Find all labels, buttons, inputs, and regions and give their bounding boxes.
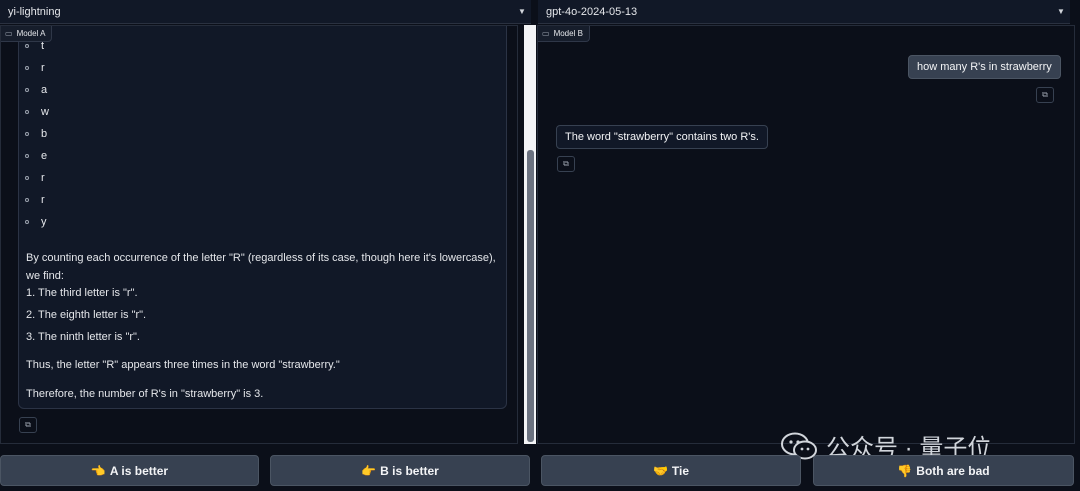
letter-text: r: [41, 194, 45, 206]
bullet-icon: [25, 44, 29, 48]
letter-text: e: [41, 150, 48, 162]
both-are-bad-button[interactable]: 👎 Both are bad: [813, 455, 1074, 486]
bullet-icon: [25, 198, 29, 202]
copy-button[interactable]: ⧉: [557, 156, 575, 172]
response-paragraph: 3. The ninth letter is "r".: [26, 331, 140, 343]
letters-list: trawberry: [25, 35, 49, 233]
bot-message: The word "strawberry" contains two R's.: [556, 125, 768, 149]
letter-list-item: y: [25, 211, 49, 233]
letter-list-item: e: [25, 145, 49, 167]
bullet-icon: [25, 132, 29, 136]
b-is-better-label: B is better: [380, 463, 439, 478]
letter-text: y: [41, 216, 47, 228]
response-paragraph: By counting each occurrence of the lette…: [26, 252, 496, 282]
copy-button[interactable]: ⧉: [19, 417, 37, 433]
bullet-icon: [25, 154, 29, 158]
model-a-tag: ▭ Model A: [1, 26, 53, 42]
model-b-selector[interactable]: gpt-4o-2024-05-13 ▼: [538, 0, 1070, 24]
a-is-better-label: A is better: [109, 463, 169, 478]
copy-icon: ⧉: [25, 420, 31, 429]
bullet-icon: [25, 220, 29, 224]
letter-list-item: a: [25, 79, 49, 101]
bullet-icon: [25, 66, 29, 70]
thumbs-down-icon: 👎: [897, 463, 913, 478]
pointing-left-icon: 👈: [90, 463, 106, 478]
chat-icon: ▭: [542, 29, 550, 38]
response-paragraph: 2. The eighth letter is "r".: [26, 309, 147, 321]
chat-icon: ▭: [5, 29, 13, 38]
response-paragraph: Thus, the letter "R" appears three times…: [26, 359, 340, 371]
model-a-selector-value: yi-lightning: [8, 5, 61, 18]
letter-list-item: r: [25, 167, 49, 189]
response-paragraph: 1. The third letter is "r".: [26, 287, 138, 299]
a-is-better-button[interactable]: 👈 A is better: [0, 455, 259, 486]
chevron-down-icon: ▼: [1057, 7, 1065, 16]
copy-icon: ⧉: [563, 159, 569, 168]
model-b-selector-value: gpt-4o-2024-05-13: [546, 5, 638, 18]
letter-text: a: [41, 84, 48, 96]
letter-list-item: w: [25, 101, 49, 123]
letter-list-item: r: [25, 189, 49, 211]
bullet-icon: [25, 176, 29, 180]
copy-icon: ⧉: [1042, 90, 1048, 99]
letter-list-item: r: [25, 57, 49, 79]
b-is-better-button[interactable]: 👉 B is better: [270, 455, 530, 486]
model-a-tag-label: Model A: [16, 29, 46, 38]
model-a-response-bubble: trawberry By counting each occurrence of…: [18, 26, 507, 409]
model-a-chat-panel: trawberry By counting each occurrence of…: [0, 25, 518, 444]
handshake-icon: 🤝: [652, 463, 668, 478]
letter-text: r: [41, 172, 45, 184]
bullet-icon: [25, 110, 29, 114]
user-message: how many R's in strawberry: [908, 55, 1061, 79]
response-paragraph: Therefore, the number of R's in "strawbe…: [26, 388, 264, 400]
tie-label: Tie: [671, 463, 690, 478]
letter-text: r: [41, 62, 45, 74]
copy-button[interactable]: ⧉: [1036, 87, 1054, 103]
letter-text: w: [41, 106, 49, 118]
model-b-chat-panel: ▭ Model B how many R's in strawberry ⧉ T…: [537, 25, 1075, 444]
model-b-tag: ▭ Model B: [538, 26, 590, 42]
pointing-right-icon: 👉: [361, 463, 377, 478]
letter-list-item: b: [25, 123, 49, 145]
chevron-down-icon: ▼: [518, 7, 526, 16]
scrollbar-thumb[interactable]: [527, 150, 534, 442]
model-a-selector[interactable]: yi-lightning ▼: [0, 0, 531, 24]
both-are-bad-label: Both are bad: [916, 463, 990, 478]
bullet-icon: [25, 88, 29, 92]
tie-button[interactable]: 🤝 Tie: [541, 455, 801, 486]
model-b-tag-label: Model B: [553, 29, 583, 38]
letter-text: b: [41, 128, 48, 140]
